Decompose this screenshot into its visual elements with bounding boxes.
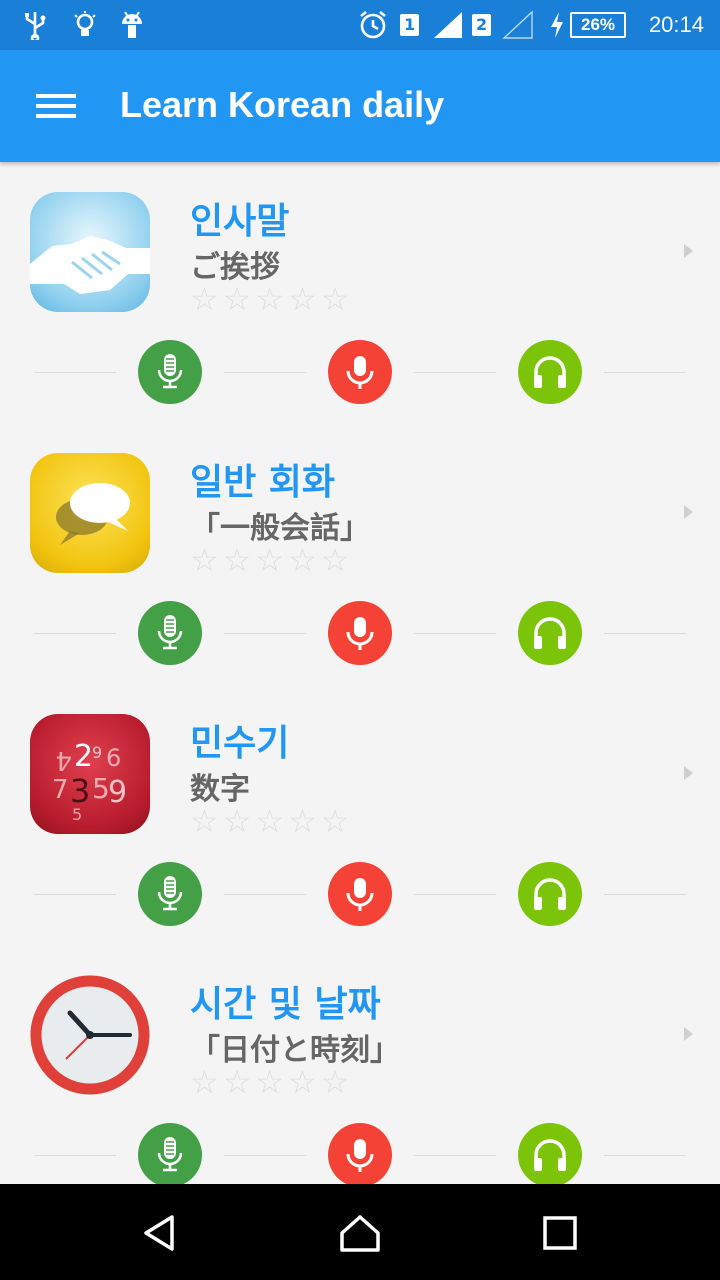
lesson-item[interactable]: 인사말 ご挨拶 ☆☆☆☆☆ — [0, 162, 720, 423]
svg-text:9: 9 — [92, 743, 102, 762]
svg-text:5: 5 — [72, 805, 82, 824]
microphone-icon — [157, 615, 183, 650]
headphones-button[interactable] — [518, 601, 582, 665]
headphones-icon — [534, 617, 566, 649]
home-icon[interactable] — [330, 1208, 390, 1258]
page-title: Learn Korean daily — [120, 84, 445, 125]
microphone-icon — [157, 354, 183, 389]
chevron-right-icon[interactable] — [684, 766, 693, 780]
divider — [224, 372, 306, 373]
record-icon — [346, 617, 374, 650]
svg-text:4: 4 — [55, 745, 72, 775]
alarm-icon — [358, 10, 388, 40]
headphones-icon — [534, 356, 566, 388]
battery-percent: 26% — [580, 15, 616, 34]
rating-stars: ☆☆☆☆☆ — [190, 1063, 354, 1101]
signal-icon — [432, 10, 464, 40]
divider — [414, 894, 496, 895]
divider — [604, 372, 686, 373]
svg-text:7: 7 — [52, 775, 69, 805]
record-icon — [346, 878, 374, 911]
lesson-title: 일반 회화 — [190, 462, 336, 503]
charging-icon — [548, 10, 566, 40]
chevron-right-icon[interactable] — [684, 505, 693, 519]
svg-text:9: 9 — [108, 775, 127, 810]
headphones-button[interactable] — [518, 862, 582, 926]
svg-text:2: 2 — [74, 739, 93, 774]
sim2-badge: 2 — [472, 10, 492, 40]
microphone-icon — [157, 876, 183, 911]
menu-icon[interactable] — [28, 86, 84, 126]
divider — [414, 372, 496, 373]
divider — [34, 633, 116, 634]
headphones-button[interactable] — [518, 340, 582, 404]
chat-bubbles-icon[interactable] — [30, 453, 150, 573]
status-time: 20:14 — [648, 12, 704, 37]
microphone-button[interactable] — [138, 601, 202, 665]
record-button[interactable] — [328, 1123, 392, 1184]
record-button[interactable] — [328, 340, 392, 404]
headphones-button[interactable] — [518, 1123, 582, 1184]
divider — [224, 894, 306, 895]
record-icon — [346, 1139, 374, 1172]
divider — [34, 372, 116, 373]
headphones-icon — [534, 1139, 566, 1171]
microphone-button[interactable] — [138, 862, 202, 926]
record-button[interactable] — [328, 862, 392, 926]
android-icon — [118, 10, 146, 40]
divider — [604, 1155, 686, 1156]
chevron-right-icon[interactable] — [684, 1027, 693, 1041]
lesson-title: 인사말 — [190, 201, 290, 242]
record-icon — [346, 356, 374, 389]
divider — [604, 894, 686, 895]
numbers-icon[interactable]: 4 2 9 6 7 3 5 9 5 — [30, 714, 150, 834]
lesson-item[interactable]: 일반 회화 「一般会話」 ☆☆☆☆☆ — [0, 423, 720, 684]
lesson-title: 시간 및 날짜 — [190, 984, 381, 1025]
lesson-item[interactable]: 시간 및 날짜 「日付と時刻」 ☆☆☆☆☆ — [0, 945, 720, 1184]
clock-icon[interactable] — [30, 975, 150, 1095]
back-icon[interactable] — [130, 1208, 190, 1258]
handshake-icon[interactable] — [30, 192, 150, 312]
recents-icon[interactable] — [530, 1208, 590, 1258]
svg-text:6: 6 — [106, 744, 121, 772]
usb-icon — [22, 10, 48, 40]
divider — [224, 1155, 306, 1156]
microphone-button[interactable] — [138, 1123, 202, 1184]
divider — [604, 633, 686, 634]
lesson-item[interactable]: 4 2 9 6 7 3 5 9 5 민수기 数字 ☆☆☆☆☆ — [0, 684, 720, 945]
headphones-icon — [534, 878, 566, 910]
navigation-bar — [0, 1184, 720, 1280]
record-button[interactable] — [328, 601, 392, 665]
signal-empty-icon — [502, 10, 534, 40]
divider — [34, 894, 116, 895]
sim1-badge: 1 — [400, 10, 420, 40]
chevron-right-icon[interactable] — [684, 244, 693, 258]
app-bar: Learn Korean daily — [0, 50, 720, 162]
lesson-title: 민수기 — [190, 723, 290, 764]
bulb-icon — [72, 10, 98, 40]
divider — [414, 1155, 496, 1156]
lesson-list: 인사말 ご挨拶 ☆☆☆☆☆ 일반 회화 「一般会話」 ☆☆☆☆☆ 4 2 9 6… — [0, 162, 720, 1184]
divider — [224, 633, 306, 634]
microphone-icon — [157, 1137, 183, 1172]
battery-icon: 26% — [570, 10, 626, 40]
divider — [34, 1155, 116, 1156]
rating-stars: ☆☆☆☆☆ — [190, 802, 354, 840]
rating-stars: ☆☆☆☆☆ — [190, 541, 354, 579]
status-bar: 1 2 26% 20:14 — [0, 0, 720, 50]
divider — [414, 633, 496, 634]
rating-stars: ☆☆☆☆☆ — [190, 280, 354, 318]
microphone-button[interactable] — [138, 340, 202, 404]
